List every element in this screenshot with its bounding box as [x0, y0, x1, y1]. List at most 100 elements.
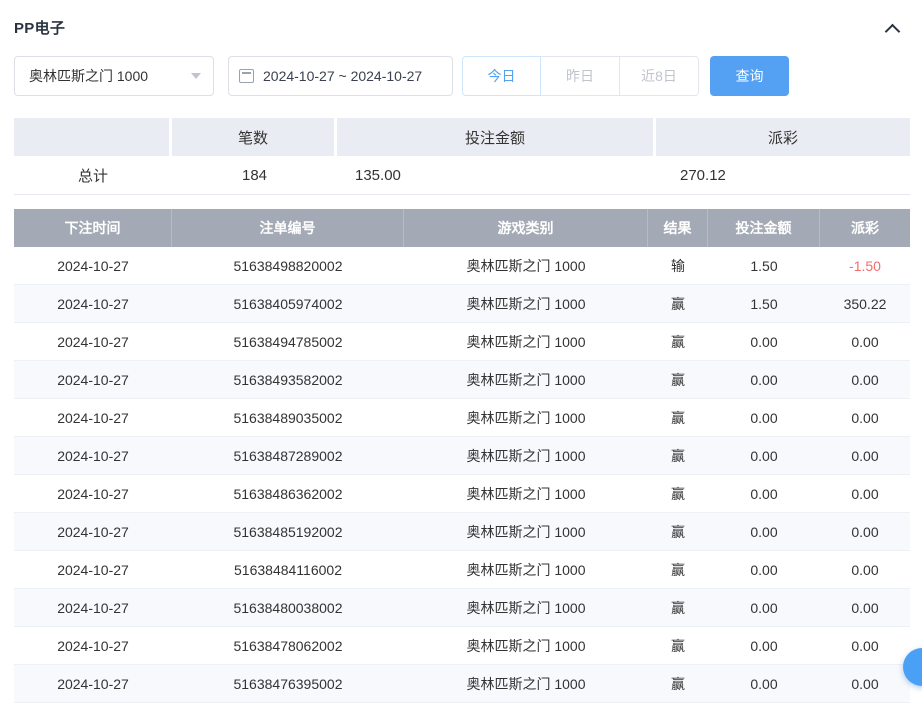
cell-bet-time: 2024-10-27 — [14, 437, 172, 474]
cell-bet-number: 51638494785002 — [172, 323, 404, 360]
cell-result: 赢 — [648, 437, 708, 474]
cell-bet-amount: 0.00 — [708, 323, 820, 360]
game-select[interactable]: 奥林匹斯之门 1000 — [14, 56, 214, 96]
summary-count-value: 184 — [172, 156, 337, 194]
summary-header-payout: 派彩 — [656, 118, 910, 156]
cell-bet-number: 51638405974002 — [172, 285, 404, 322]
summary-total-label: 总计 — [14, 156, 172, 194]
chevron-down-icon — [191, 73, 201, 79]
cell-payout: 0.00 — [820, 437, 910, 474]
table-row: 2024-10-27 51638485192002 奥林匹斯之门 1000 赢 … — [14, 513, 910, 551]
col-header-bet-amount: 投注金额 — [708, 209, 820, 247]
table-row: 2024-10-27 51638494785002 奥林匹斯之门 1000 赢 … — [14, 323, 910, 361]
cell-bet-amount: 1.50 — [708, 285, 820, 322]
col-header-result: 结果 — [648, 209, 708, 247]
cell-game-category: 奥林匹斯之门 1000 — [404, 323, 648, 360]
cell-game-category: 奥林匹斯之门 1000 — [404, 589, 648, 626]
cell-bet-amount: 0.00 — [708, 361, 820, 398]
table-row: 2024-10-27 51638480038002 奥林匹斯之门 1000 赢 … — [14, 589, 910, 627]
cell-bet-amount: 0.00 — [708, 437, 820, 474]
cell-bet-amount: 0.00 — [708, 589, 820, 626]
panel-header: PP电子 — [14, 14, 910, 40]
cell-bet-number: 51638476395002 — [172, 665, 404, 702]
summary-table: 笔数 投注金额 派彩 总计 184 135.00 270.12 — [14, 118, 910, 195]
col-header-game-category: 游戏类别 — [404, 209, 648, 247]
cell-payout: 0.00 — [820, 665, 910, 702]
table-row: 2024-10-27 51638489035002 奥林匹斯之门 1000 赢 … — [14, 399, 910, 437]
cell-result: 输 — [648, 247, 708, 284]
cell-bet-amount: 0.00 — [708, 513, 820, 550]
cell-result: 赢 — [648, 323, 708, 360]
summary-header-bet-amount: 投注金额 — [337, 118, 656, 156]
summary-bet-amount-value: 135.00 — [337, 156, 656, 194]
table-row: 2024-10-27 51638487289002 奥林匹斯之门 1000 赢 … — [14, 437, 910, 475]
col-header-bet-number: 注单编号 — [172, 209, 404, 247]
records-table: 下注时间 注单编号 游戏类别 结果 投注金额 派彩 2024-10-27 516… — [14, 209, 910, 703]
cell-result: 赢 — [648, 589, 708, 626]
cell-game-category: 奥林匹斯之门 1000 — [404, 513, 648, 550]
cell-bet-number: 51638489035002 — [172, 399, 404, 436]
cell-game-category: 奥林匹斯之门 1000 — [404, 247, 648, 284]
cell-result: 赢 — [648, 665, 708, 702]
filter-bar: 奥林匹斯之门 1000 2024-10-27 ~ 2024-10-27 今日 昨… — [14, 56, 910, 96]
summary-header-row: 笔数 投注金额 派彩 — [14, 118, 910, 156]
last-8-days-button[interactable]: 近8日 — [620, 56, 699, 96]
cell-result: 赢 — [648, 361, 708, 398]
collapse-chevron-up-icon[interactable] — [885, 23, 901, 39]
cell-payout: 0.00 — [820, 627, 910, 664]
cell-bet-amount: 0.00 — [708, 627, 820, 664]
cell-bet-time: 2024-10-27 — [14, 589, 172, 626]
cell-bet-time: 2024-10-27 — [14, 551, 172, 588]
cell-payout: 0.00 — [820, 475, 910, 512]
summary-header-empty — [14, 118, 172, 156]
table-row: 2024-10-27 51638478062002 奥林匹斯之门 1000 赢 … — [14, 627, 910, 665]
cell-bet-number: 51638487289002 — [172, 437, 404, 474]
cell-bet-time: 2024-10-27 — [14, 665, 172, 702]
cell-bet-time: 2024-10-27 — [14, 627, 172, 664]
cell-bet-time: 2024-10-27 — [14, 285, 172, 322]
cell-bet-time: 2024-10-27 — [14, 361, 172, 398]
search-button[interactable]: 查询 — [710, 56, 789, 96]
cell-result: 赢 — [648, 285, 708, 322]
table-row: 2024-10-27 51638484116002 奥林匹斯之门 1000 赢 … — [14, 551, 910, 589]
table-row: 2024-10-27 51638493582002 奥林匹斯之门 1000 赢 … — [14, 361, 910, 399]
cell-payout: 0.00 — [820, 551, 910, 588]
cell-game-category: 奥林匹斯之门 1000 — [404, 475, 648, 512]
cell-bet-number: 51638478062002 — [172, 627, 404, 664]
cell-game-category: 奥林匹斯之门 1000 — [404, 551, 648, 588]
today-button[interactable]: 今日 — [462, 56, 541, 96]
cell-bet-amount: 1.50 — [708, 247, 820, 284]
cell-game-category: 奥林匹斯之门 1000 — [404, 665, 648, 702]
cell-bet-amount: 0.00 — [708, 551, 820, 588]
table-row: 2024-10-27 51638498820002 奥林匹斯之门 1000 输 … — [14, 247, 910, 285]
cell-payout: 350.22 — [820, 285, 910, 322]
table-row: 2024-10-27 51638405974002 奥林匹斯之门 1000 赢 … — [14, 285, 910, 323]
cell-bet-number: 51638485192002 — [172, 513, 404, 550]
cell-bet-number: 51638486362002 — [172, 475, 404, 512]
cell-bet-number: 51638480038002 — [172, 589, 404, 626]
cell-payout: 0.00 — [820, 361, 910, 398]
game-select-value: 奥林匹斯之门 1000 — [29, 66, 148, 86]
cell-bet-number: 51638484116002 — [172, 551, 404, 588]
col-header-payout: 派彩 — [820, 209, 910, 247]
cell-bet-amount: 0.00 — [708, 475, 820, 512]
cell-bet-time: 2024-10-27 — [14, 399, 172, 436]
page-title: PP电子 — [14, 17, 65, 38]
pp-games-panel: PP电子 奥林匹斯之门 1000 2024-10-27 ~ 2024-10-27… — [0, 0, 922, 703]
cell-bet-number: 51638493582002 — [172, 361, 404, 398]
cell-result: 赢 — [648, 399, 708, 436]
records-body: 2024-10-27 51638498820002 奥林匹斯之门 1000 输 … — [14, 247, 910, 703]
cell-payout: 0.00 — [820, 323, 910, 360]
table-row: 2024-10-27 51638476395002 奥林匹斯之门 1000 赢 … — [14, 665, 910, 703]
table-row: 2024-10-27 51638486362002 奥林匹斯之门 1000 赢 … — [14, 475, 910, 513]
cell-bet-number: 51638498820002 — [172, 247, 404, 284]
cell-bet-time: 2024-10-27 — [14, 475, 172, 512]
cell-game-category: 奥林匹斯之门 1000 — [404, 399, 648, 436]
cell-bet-time: 2024-10-27 — [14, 247, 172, 284]
summary-total-row: 总计 184 135.00 270.12 — [14, 156, 910, 195]
yesterday-button[interactable]: 昨日 — [541, 56, 620, 96]
cell-game-category: 奥林匹斯之门 1000 — [404, 627, 648, 664]
summary-payout-value: 270.12 — [656, 156, 910, 194]
date-range-picker[interactable]: 2024-10-27 ~ 2024-10-27 — [228, 56, 453, 96]
cell-payout: 0.00 — [820, 589, 910, 626]
